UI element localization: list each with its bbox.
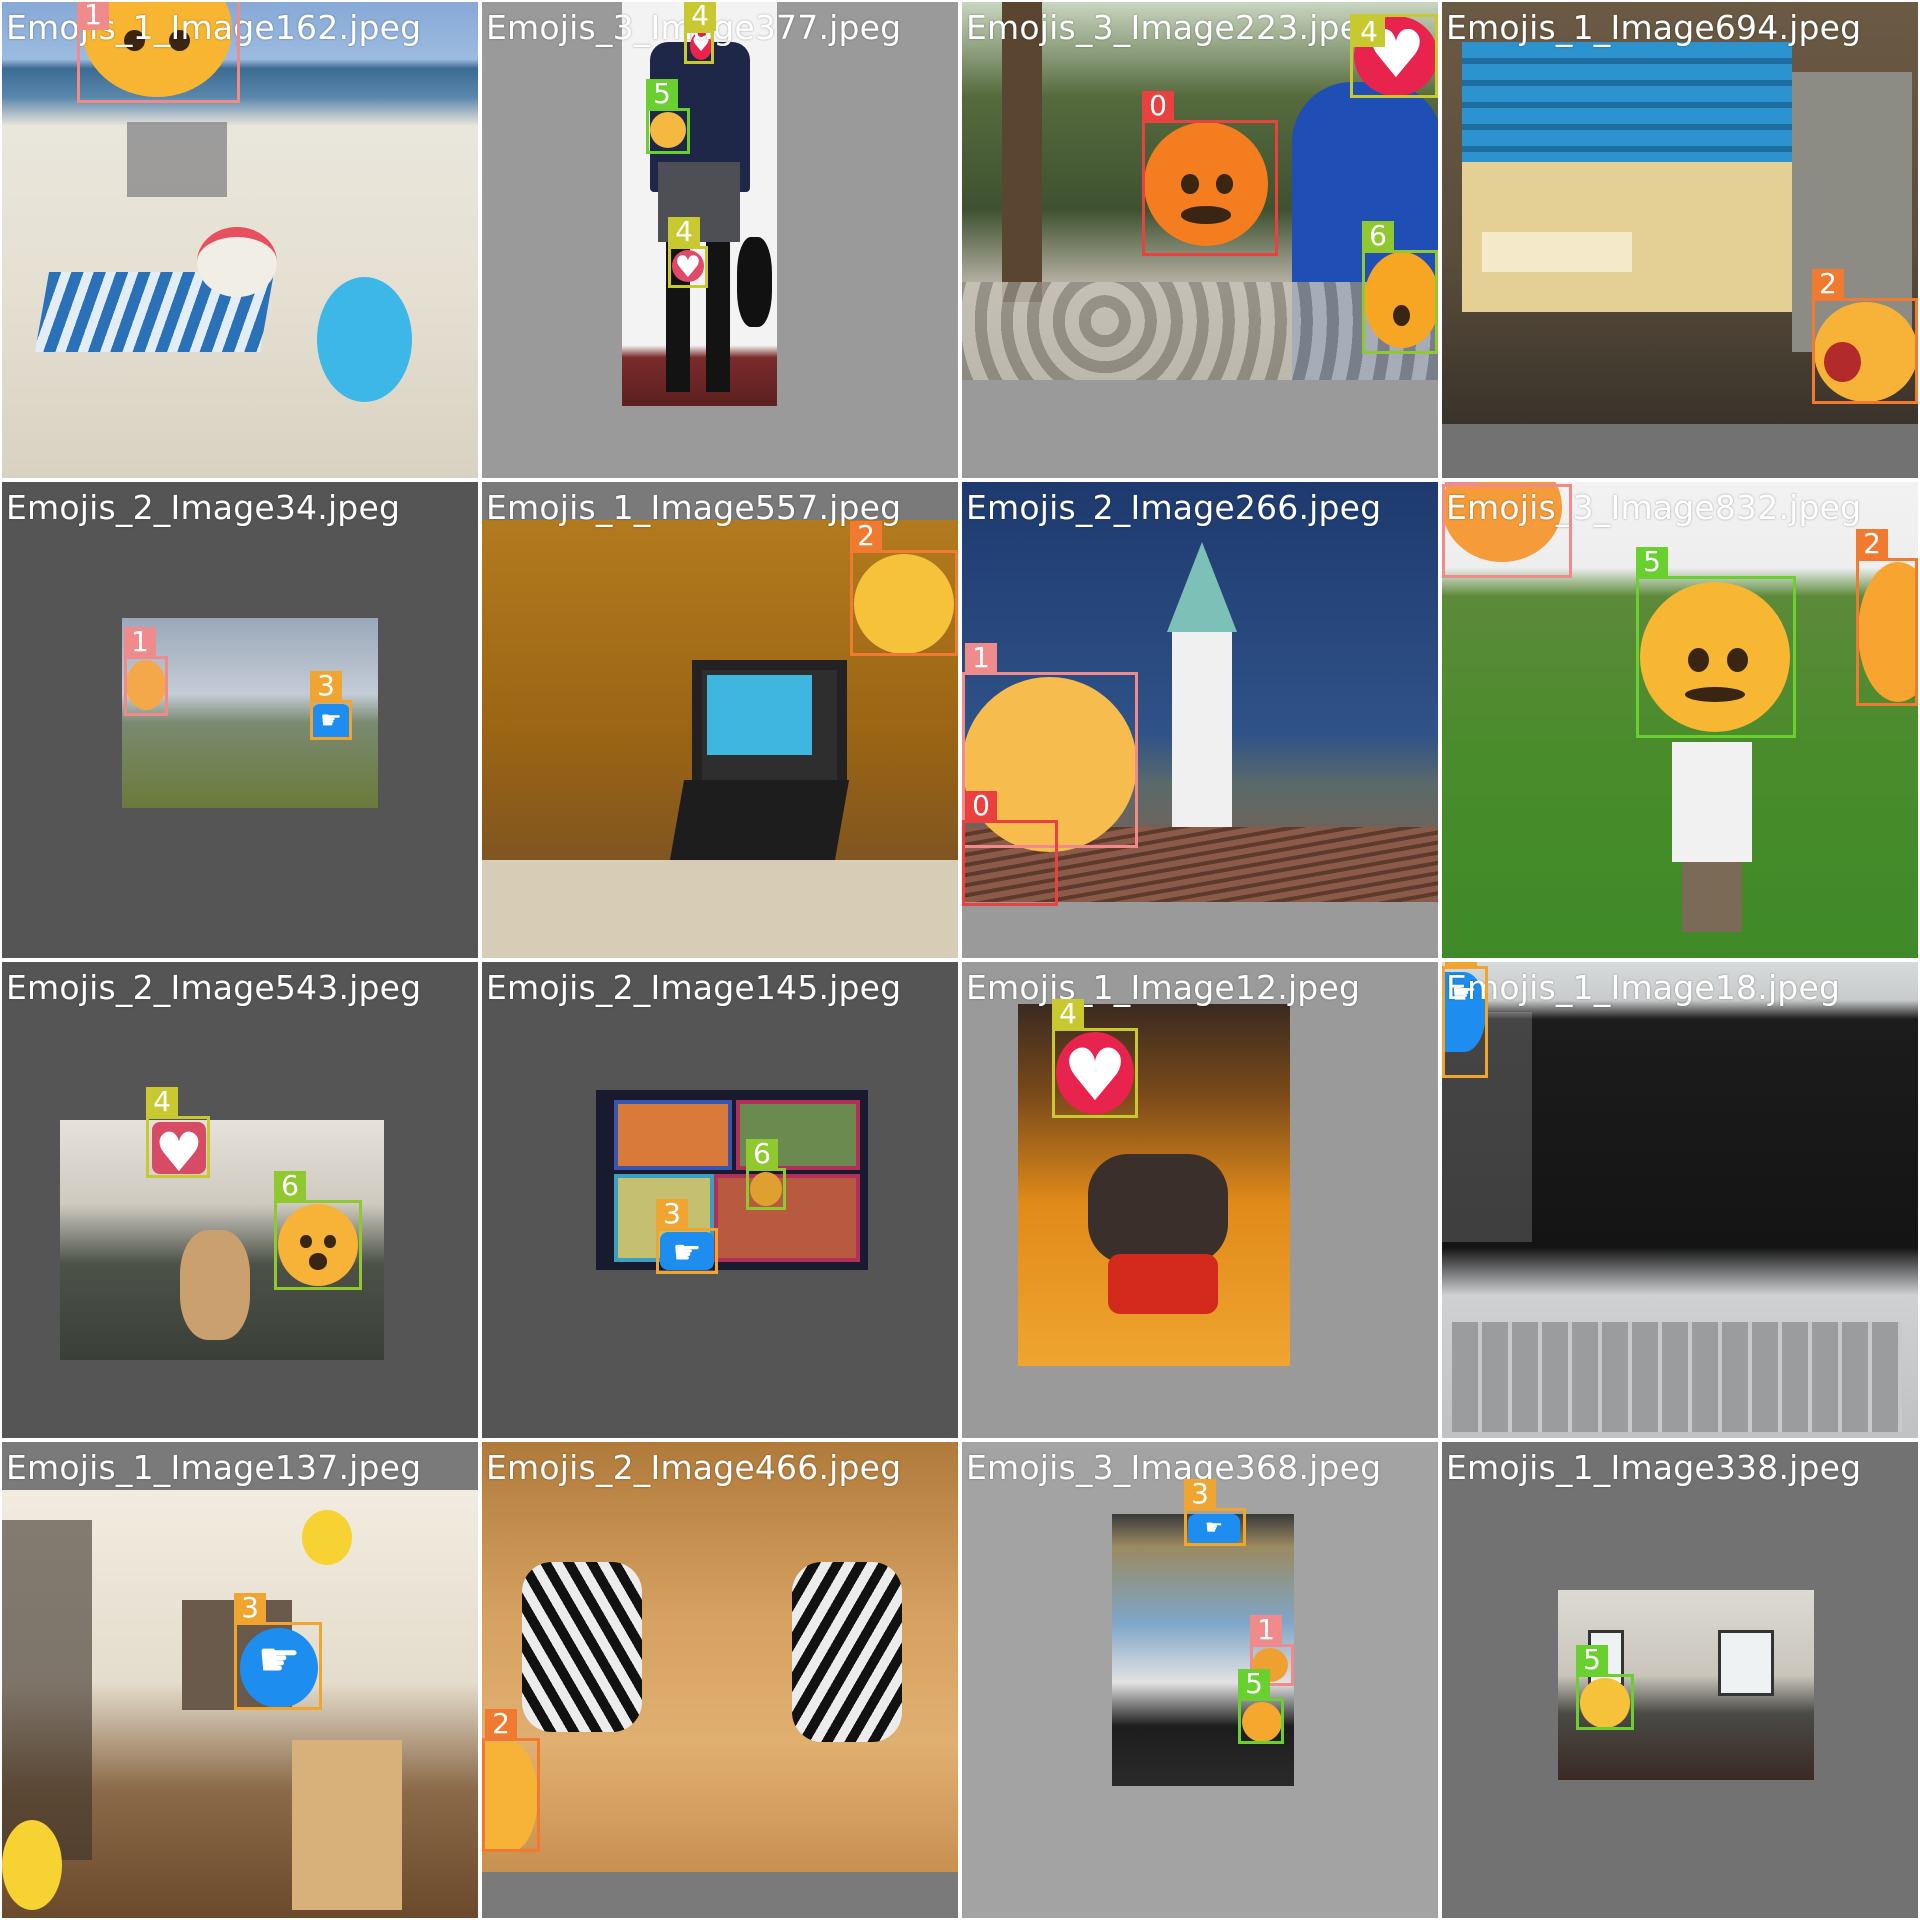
class-label: 1 [1445, 482, 1477, 485]
tile-13[interactable]: Emojis_2_Image466.jpeg 2 [482, 1442, 958, 1918]
filename-label: Emojis_2_Image34.jpeg [6, 488, 401, 527]
bbox[interactable]: 5 [1636, 547, 1796, 738]
class-label: 2 [850, 521, 882, 551]
bbox[interactable]: 4 [684, 2, 716, 64]
bbox[interactable]: 3 [310, 671, 352, 740]
class-label: 2 [1856, 529, 1888, 559]
class-label: 4 [1353, 17, 1385, 47]
tile-0[interactable]: Emojis_1_Image162.jpeg 1 [2, 2, 478, 478]
filename-label: Emojis_2_Image543.jpeg [6, 968, 422, 1007]
bbox[interactable]: 2 [1856, 529, 1918, 706]
bbox[interactable]: 6 [274, 1171, 362, 1290]
filename-label: Emojis_2_Image266.jpeg [966, 488, 1382, 527]
tile-12[interactable]: Emojis_1_Image137.jpeg 3 [2, 1442, 478, 1918]
bbox[interactable]: 3 [1442, 962, 1488, 1078]
tile-9[interactable]: Emojis_2_Image145.jpeg 6 3 [482, 962, 958, 1438]
filename-label: Emojis_1_Image18.jpeg [1446, 968, 1841, 1007]
photo-beach [2, 2, 478, 478]
class-label: 1 [965, 643, 997, 673]
class-label: 0 [965, 791, 997, 821]
tile-5[interactable]: Emojis_1_Image557.jpeg 2 [482, 482, 958, 958]
bbox[interactable]: 3 [656, 1199, 718, 1274]
class-label: 5 [646, 79, 678, 109]
class-label: 3 [1445, 962, 1477, 967]
class-label: 3 [1184, 1479, 1216, 1509]
photo-cat [1442, 962, 1918, 1438]
filename-label: Emojis_2_Image145.jpeg [486, 968, 902, 1007]
bbox[interactable]: 4 [146, 1087, 210, 1178]
bbox[interactable]: 5 [1576, 1645, 1634, 1730]
bbox[interactable]: 0 [1142, 91, 1278, 256]
filename-label: Emojis_1_Image12.jpeg [966, 968, 1361, 1007]
class-label: 2 [485, 1709, 517, 1739]
class-label: 5 [1238, 1669, 1270, 1699]
bbox[interactable]: 1 [1442, 482, 1572, 578]
tile-3[interactable]: Emojis_1_Image694.jpeg 2 [1442, 2, 1918, 478]
class-label: 6 [746, 1139, 778, 1169]
bbox[interactable]: 2 [1812, 269, 1918, 404]
class-label: 6 [274, 1171, 306, 1201]
class-label: 3 [656, 1199, 688, 1229]
bbox[interactable]: 1 [77, 2, 240, 103]
class-label: 5 [1576, 1645, 1608, 1675]
filename-label: Emojis_1_Image137.jpeg [6, 1448, 422, 1487]
filename-label: Emojis_3_Image368.jpeg [966, 1448, 1382, 1487]
bbox[interactable]: 6 [746, 1139, 786, 1210]
class-label: 6 [1362, 221, 1394, 251]
filename-label: Emojis_1_Image694.jpeg [1446, 8, 1862, 47]
photo-bento [596, 1090, 868, 1270]
bbox[interactable]: 1 [124, 627, 168, 716]
class-label: 3 [310, 671, 342, 701]
filename-label: Emojis_3_Image223.jpeg [966, 8, 1382, 47]
class-label: 2 [1812, 269, 1844, 299]
class-label: 4 [1052, 999, 1084, 1029]
bbox[interactable]: 3 [1184, 1479, 1246, 1546]
class-label: 4 [668, 217, 700, 247]
bbox[interactable]: 6 [1362, 221, 1438, 354]
class-label: 0 [1142, 91, 1174, 121]
class-label: 1 [124, 627, 156, 657]
tile-11[interactable]: Emojis_1_Image18.jpeg 3 [1442, 962, 1918, 1438]
tile-2[interactable]: Emojis_3_Image223.jpeg 0 4 6 [962, 2, 1438, 478]
bbox[interactable]: 2 [850, 521, 958, 656]
filename-label: Emojis_1_Image557.jpeg [486, 488, 902, 527]
bbox[interactable]: 4 [1350, 14, 1438, 98]
tile-4[interactable]: Emojis_2_Image34.jpeg 1 3 [2, 482, 478, 958]
tile-14[interactable]: Emojis_3_Image368.jpeg 3 1 5 [962, 1442, 1438, 1918]
filename-label: Emojis_1_Image338.jpeg [1446, 1448, 1862, 1487]
bbox[interactable]: 2 [482, 1709, 540, 1852]
bbox[interactable]: 3 [234, 1593, 322, 1710]
bbox[interactable]: 5 [646, 79, 690, 154]
class-label: 1 [77, 2, 109, 30]
class-label: 1 [1250, 1615, 1282, 1645]
photo-zebras [482, 1442, 958, 1872]
bbox[interactable]: 4 [668, 217, 708, 288]
class-label: 4 [146, 1087, 178, 1117]
tile-7[interactable]: Emojis_3_Image832.jpeg 1 5 2 [1442, 482, 1918, 958]
tile-15[interactable]: Emojis_1_Image338.jpeg 5 [1442, 1442, 1918, 1918]
tile-8[interactable]: Emojis_2_Image543.jpeg 4 6 [2, 962, 478, 1438]
tile-10[interactable]: Emojis_1_Image12.jpeg 4 [962, 962, 1438, 1438]
bbox[interactable]: 5 [1238, 1669, 1284, 1744]
filename-label: Emojis_2_Image466.jpeg [486, 1448, 902, 1487]
bbox[interactable]: 4 [1052, 999, 1138, 1118]
class-label: 5 [1636, 547, 1668, 577]
tile-1[interactable]: Emojis_3_Image377.jpeg 4 5 4 [482, 2, 958, 478]
detection-grid: Emojis_1_Image162.jpeg 1 Emojis_3_Image3… [0, 0, 1920, 1920]
class-label: 3 [234, 1593, 266, 1623]
class-label: 4 [684, 2, 716, 31]
bbox[interactable]: 0 [962, 791, 1058, 906]
tile-6[interactable]: Emojis_2_Image266.jpeg 1 0 [962, 482, 1438, 958]
